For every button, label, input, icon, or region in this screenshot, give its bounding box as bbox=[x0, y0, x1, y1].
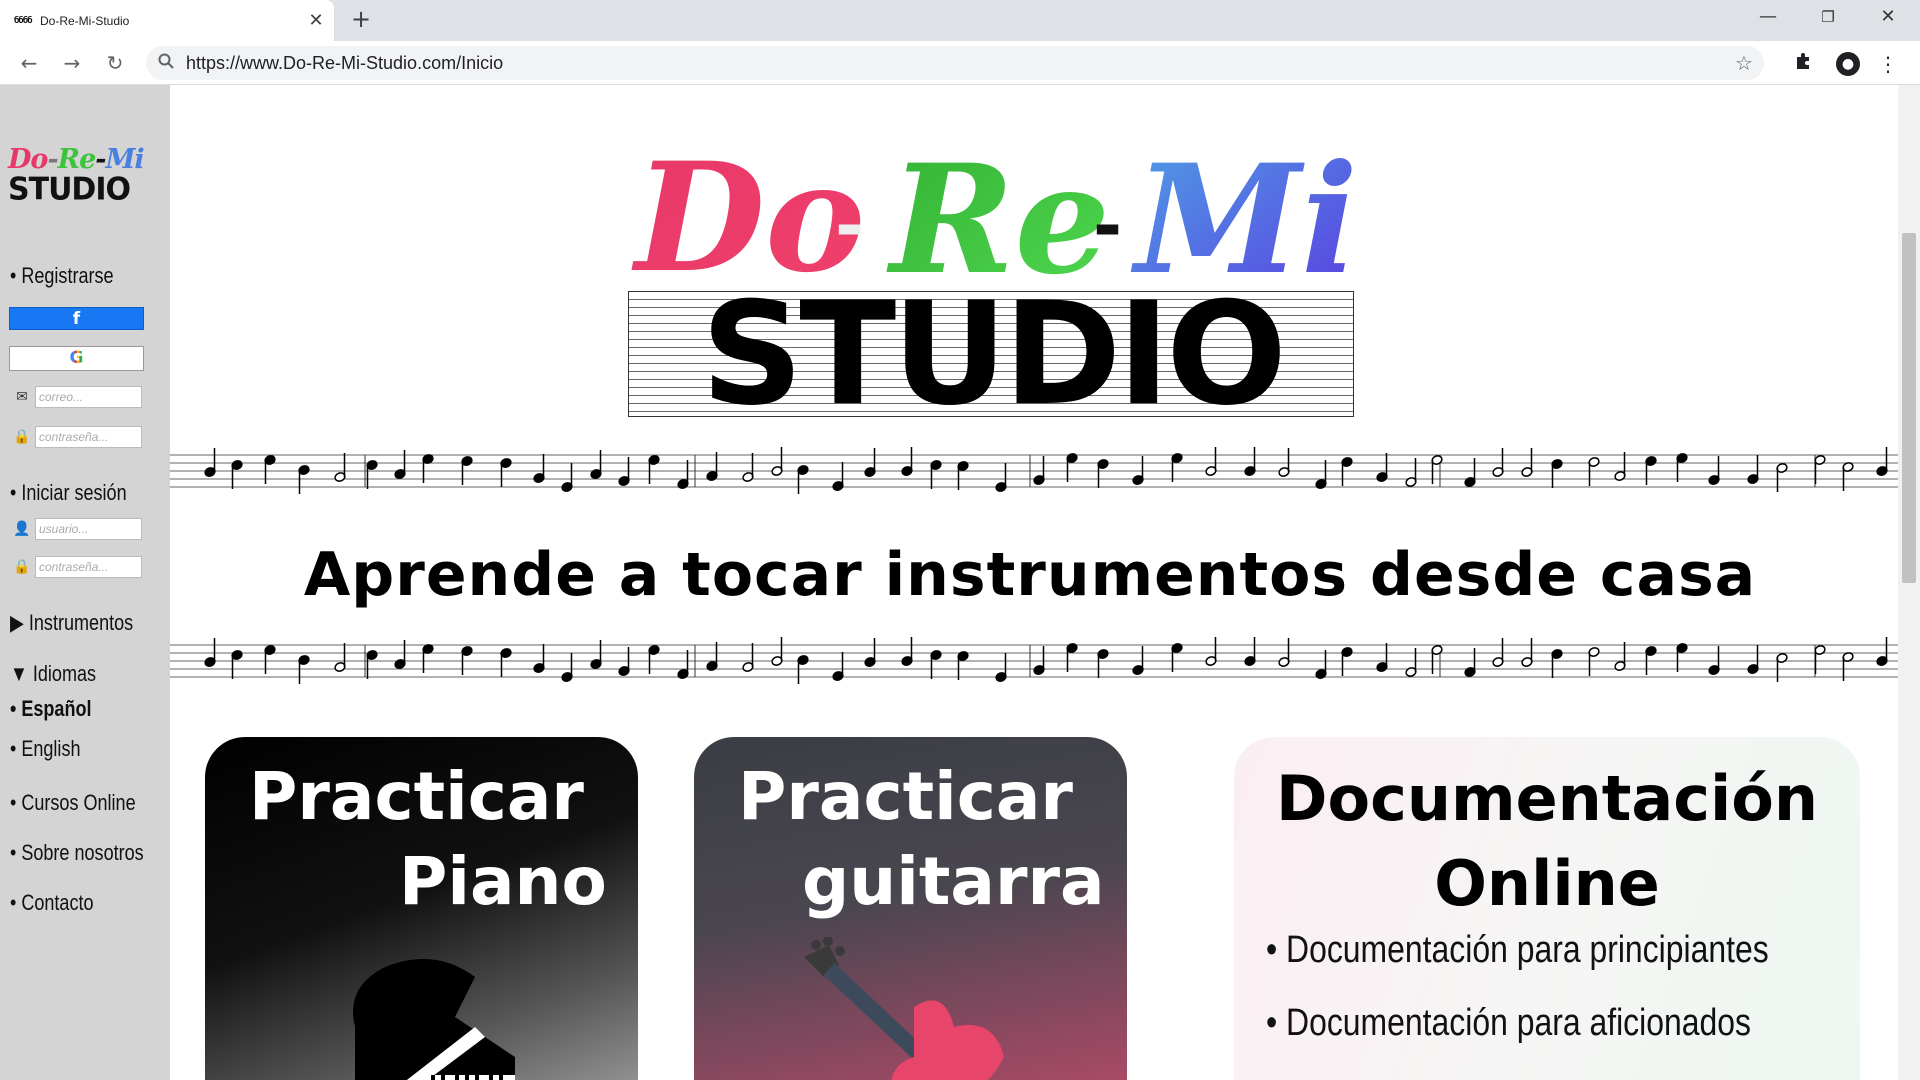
login-password-input[interactable] bbox=[35, 556, 142, 578]
back-button[interactable]: ← bbox=[13, 47, 45, 79]
close-tab-icon[interactable]: ✕ bbox=[298, 10, 334, 31]
login-user-field: 👤 bbox=[9, 517, 144, 541]
hero-logo-script: Do - Re - Mi bbox=[631, 140, 1358, 300]
tab-strip: бббб Do-Re-Mi-Studio ✕ + — ❐ ✕ bbox=[0, 0, 1920, 41]
about-link[interactable]: • Sobre nosotros bbox=[10, 840, 144, 866]
languages-menu[interactable]: ▼ Idiomas bbox=[10, 661, 96, 687]
register-password-field: 🔒 bbox=[9, 425, 144, 449]
music-staff-top bbox=[170, 447, 1898, 494]
piano-card-line2: Piano bbox=[399, 843, 607, 920]
instruments-menu[interactable]: ▶ Instrumentos bbox=[10, 610, 133, 636]
guitar-card-line2: guitarra bbox=[802, 843, 1105, 920]
contact-link[interactable]: • Contacto bbox=[10, 890, 94, 916]
hero-do: Do bbox=[631, 140, 865, 300]
google-login-button[interactable]: G bbox=[9, 346, 144, 371]
browser-toolbar: ← → ↻ https://www.Do-Re-Mi-Studio.com/In… bbox=[0, 41, 1920, 85]
register-email-field: ✉ bbox=[9, 385, 144, 409]
facebook-icon: f bbox=[72, 309, 81, 329]
lock-icon: 🔒 bbox=[13, 559, 31, 575]
new-tab-button[interactable]: + bbox=[346, 4, 376, 34]
register-password-input[interactable] bbox=[35, 426, 142, 448]
electric-guitar-icon bbox=[804, 937, 1004, 1080]
online-docs-card[interactable]: Documentación Online • Documentación par… bbox=[1234, 737, 1860, 1080]
sidebar-logo[interactable]: Do-Re-Mi STUDIO bbox=[8, 145, 163, 208]
browser-tab[interactable]: бббб Do-Re-Mi-Studio ✕ bbox=[0, 0, 334, 41]
lock-icon: 🔒 bbox=[13, 429, 31, 445]
search-icon bbox=[146, 53, 186, 73]
hero-sep: - bbox=[1093, 185, 1122, 267]
logo-studio: STUDIO bbox=[8, 171, 131, 208]
docs-card-line2: Online bbox=[1434, 847, 1660, 920]
main-content: Do - Re - Mi STUDIO Aprende a tocar inst… bbox=[170, 85, 1898, 1080]
docs-card-line1: Documentación bbox=[1276, 762, 1818, 835]
restore-button[interactable]: ❐ bbox=[1798, 0, 1858, 36]
practice-guitar-card[interactable]: Practicar guitarra bbox=[694, 737, 1127, 1080]
email-input[interactable] bbox=[35, 386, 142, 408]
tagline: Aprende a tocar instrumentos desde casa bbox=[303, 540, 1757, 610]
page-viewport: Do-Re-Mi STUDIO • Registrarse f G ✉ 🔒 • … bbox=[0, 85, 1920, 1080]
profile-account-icon[interactable]: ● bbox=[1833, 49, 1863, 79]
tab-title: Do-Re-Mi-Studio bbox=[40, 13, 130, 28]
hero-sep: - bbox=[835, 185, 864, 267]
login-password-field: 🔒 bbox=[9, 555, 144, 579]
practice-piano-card[interactable]: Practicar Piano bbox=[205, 737, 638, 1080]
sidebar: Do-Re-Mi STUDIO • Registrarse f G ✉ 🔒 • … bbox=[0, 85, 170, 1080]
login-link[interactable]: • Iniciar sesión bbox=[10, 480, 127, 506]
hero-logo-studio: STUDIO bbox=[628, 291, 1354, 417]
hero-studio-text: STUDIO bbox=[701, 291, 1287, 417]
forward-button[interactable]: → bbox=[56, 47, 88, 79]
user-icon: 👤 bbox=[13, 521, 31, 537]
favicon-icon: бббб bbox=[14, 15, 33, 26]
piano-card-line1: Practicar bbox=[249, 758, 584, 835]
docs-hobbyists-link[interactable]: • Documentación para aficionados bbox=[1266, 1002, 1751, 1045]
minimize-button[interactable]: — bbox=[1738, 0, 1798, 36]
address-bar[interactable]: https://www.Do-Re-Mi-Studio.com/Inicio ☆ bbox=[146, 46, 1764, 80]
reload-button[interactable]: ↻ bbox=[99, 47, 131, 79]
facebook-login-button[interactable]: f bbox=[9, 307, 144, 330]
courses-link[interactable]: • Cursos Online bbox=[10, 790, 136, 816]
menu-kebab-icon[interactable]: ⋮ bbox=[1873, 49, 1903, 79]
username-input[interactable] bbox=[35, 518, 142, 540]
guitar-card-line1: Practicar bbox=[738, 758, 1073, 835]
register-link[interactable]: • Registrarse bbox=[10, 263, 114, 289]
close-window-button[interactable]: ✕ bbox=[1858, 0, 1918, 36]
hero-re: Re bbox=[886, 140, 1110, 300]
envelope-icon: ✉ bbox=[16, 389, 28, 405]
music-staff-bottom bbox=[170, 637, 1898, 684]
google-icon: G bbox=[69, 348, 84, 368]
grand-piano-icon bbox=[353, 959, 515, 1080]
bookmark-star-icon[interactable]: ☆ bbox=[1724, 51, 1764, 75]
language-option-english[interactable]: • English bbox=[10, 736, 81, 762]
language-option-espanol[interactable]: • Español bbox=[10, 696, 92, 722]
page-scrollbar[interactable] bbox=[1898, 85, 1920, 1080]
extensions-puzzle-icon[interactable] bbox=[1789, 49, 1819, 79]
scrollbar-thumb[interactable] bbox=[1902, 233, 1916, 583]
url-text[interactable]: https://www.Do-Re-Mi-Studio.com/Inicio bbox=[186, 53, 1724, 74]
docs-beginners-link[interactable]: • Documentación para principiantes bbox=[1266, 929, 1769, 972]
hero-mi: Mi bbox=[1130, 140, 1358, 300]
